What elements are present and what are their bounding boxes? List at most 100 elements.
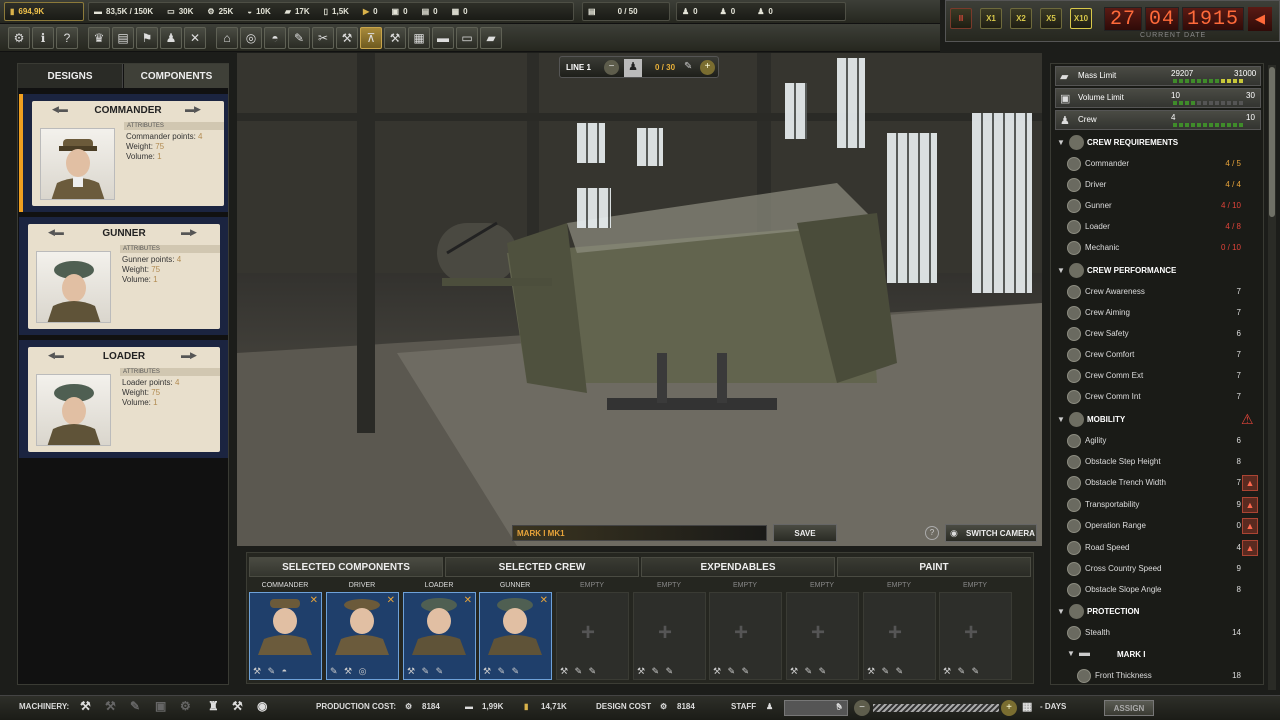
speed-x5-button[interactable]: X5 [1040,8,1062,29]
collapse-icon: ▼ [1067,649,1075,658]
crew-card-commander[interactable]: ◀▬ ▬▶ COMMANDER ATTRIBUTES Commander poi… [19,94,228,212]
blueprint-icon[interactable]: ▦ [408,27,430,49]
factory-icon[interactable]: ⌂ [216,27,238,49]
warning-icon[interactable]: ▲ [1242,497,1258,513]
section-crew-performance[interactable]: ▼ CREW PERFORMANCE [1055,261,1255,281]
tab-selected-crew[interactable]: SELECTED CREW [445,557,639,577]
plus-icon: + [734,619,749,646]
empty-slot[interactable]: + ⚒ ✎ ✎ [709,592,782,680]
machinery-icon-8[interactable]: ◉ [257,699,267,713]
globe-icon[interactable]: ◎ [240,27,262,49]
plus-icon[interactable]: + [1001,700,1017,716]
crew-slot-gunner[interactable]: ✕ ⚒ ✎ ✎ [479,592,552,680]
machinery-icon-7[interactable]: ⚒ [232,699,243,713]
stats-scrollbar[interactable] [1268,65,1276,690]
staff-slider[interactable] [873,704,999,712]
money-cost-icon: ▮ [524,702,529,711]
card-title: LOADER [102,351,146,362]
remove-icon[interactable]: ✕ [540,595,548,606]
settings-icon[interactable]: ⚙ [8,27,30,49]
days-label: - DAYS [1040,702,1067,711]
crew-slot-commander[interactable]: ✕ ⚒ ✎ ◓ [249,592,322,680]
artillery-icon[interactable]: ▰ [480,27,502,49]
warning-icon[interactable]: ▲ [1242,518,1258,534]
calendar-icon: ▦ [1022,701,1033,713]
tab-designs[interactable]: DESIGNS [18,64,123,88]
cross-country-icon [1067,562,1081,576]
wrench-icon[interactable]: ⚒ [336,27,358,49]
crew-card-gunner[interactable]: ◀▬ ▬▶ GUNNER ATTRIBUTES Gunner points: 4… [19,217,228,335]
swords-icon[interactable]: ✕ [184,27,206,49]
help-icon[interactable]: ? [56,27,78,49]
save-button[interactable]: SAVE [773,524,837,542]
tank-viewport[interactable]: LINE 1 − ♟ 0 / 30 ✎ + MARK I MK1 SAVE ? … [237,53,1042,546]
crew-slot-driver[interactable]: ✕ ✎ ⚒ ◎ [326,592,399,680]
machinery-icon-1[interactable]: ⚒ [80,699,91,713]
info-icon[interactable]: ℹ [32,27,54,49]
flag-icon[interactable]: ⚑ [136,27,158,49]
scroll-thumb[interactable] [1269,67,1275,217]
driver-icon [1067,178,1081,192]
minus-icon[interactable]: − [854,700,870,716]
remove-icon[interactable]: ✕ [387,595,395,606]
minus-icon[interactable]: − [604,60,619,75]
edit-icon[interactable]: ✎ [836,702,843,711]
money-value: 694,9K [18,7,45,16]
warning-triangle-icon[interactable]: ⚠ [1241,411,1254,428]
section-protection[interactable]: ▼ PROTECTION [1055,602,1255,622]
stat-row: Stealth 14 [1059,623,1249,644]
factory-window [887,133,937,283]
empty-slot[interactable]: + ⚒ ✎ ✎ [556,592,629,680]
design-name-field[interactable]: MARK I MK1 [512,525,767,541]
crew-slot-loader[interactable]: ✕ ⚒ ✎ ✎ [403,592,476,680]
machinery-icon-4[interactable]: ▣ [155,699,166,713]
slot-label: EMPTY [732,582,758,589]
newspaper-icon[interactable]: ▤ [112,27,134,49]
empty-slot[interactable]: + ⚒ ✎ ✎ [786,592,859,680]
stat-row: Operation Range 0 [1059,516,1249,537]
section-crew-requirements[interactable]: ▼ CREW REQUIREMENTS [1055,133,1255,153]
factory-window [785,83,807,139]
remove-icon[interactable]: ✕ [464,595,472,606]
section-mobility[interactable]: ▼ MOBILITY [1055,410,1255,430]
compass-icon[interactable]: ⊼ [360,27,382,49]
assign-button[interactable]: ASSIGN [1104,700,1154,716]
helmet-icon[interactable]: ◓ [264,27,286,49]
edit-icon[interactable]: ✎ [684,61,692,72]
pen-icon[interactable]: ✎ [288,27,310,49]
machinery-icon-2[interactable]: ⚒ [105,699,116,713]
hammer-icon[interactable]: ⚒ [384,27,406,49]
tab-paint[interactable]: PAINT [837,557,1031,577]
machinery-icon-5[interactable]: ⚙ [180,699,191,713]
speed-x1-button[interactable]: X1 [980,8,1002,29]
truck-icon[interactable]: ▭ [456,27,478,49]
trophy-icon[interactable]: ♛ [88,27,110,49]
warning-icon[interactable]: ▲ [1242,540,1258,556]
remove-icon[interactable]: ✕ [310,595,318,606]
tank-icon: ▬ [1079,647,1090,659]
soldier-icon[interactable]: ♟ [160,27,182,49]
empty-slot[interactable]: + ⚒ ✎ ✎ [633,592,706,680]
empty-slot[interactable]: + ⚒ ✎ ✎ [863,592,936,680]
machinery-icon-6[interactable]: ♜ [208,699,219,713]
tank-subsection[interactable]: ▼ ▬ MARK I [1065,646,1245,664]
pause-button[interactable]: II [950,8,972,29]
transport-icon [1067,498,1081,512]
warning-icon[interactable]: ▲ [1242,475,1258,491]
tools-icon[interactable]: ✂ [312,27,334,49]
tab-selected-components[interactable]: SELECTED COMPONENTS [249,557,443,577]
speed-x2-button[interactable]: X2 [1010,8,1032,29]
help-circle-icon[interactable]: ? [925,526,939,540]
plus-icon[interactable]: + [700,60,715,75]
tab-components[interactable]: COMPONENTS [124,64,229,88]
stat-row: Crew Aiming 7 [1059,303,1249,324]
tank-icon[interactable]: ▬ [432,27,454,49]
crew-card-loader[interactable]: ◀▬ ▬▶ LOADER ATTRIBUTES Loader points: 4… [19,340,228,458]
speed-x10-button[interactable]: X10 [1070,8,1092,29]
machinery-icon-3[interactable]: ✎ [130,699,140,713]
switch-camera-button[interactable]: ◉ SWITCH CAMERA [945,524,1037,542]
trench-icon [1067,476,1081,490]
empty-slot[interactable]: + ⚒ ✎ ✎ [939,592,1012,680]
megaphone-icon[interactable]: ◀ [1248,7,1272,31]
tab-expendables[interactable]: EXPENDABLES [641,557,835,577]
